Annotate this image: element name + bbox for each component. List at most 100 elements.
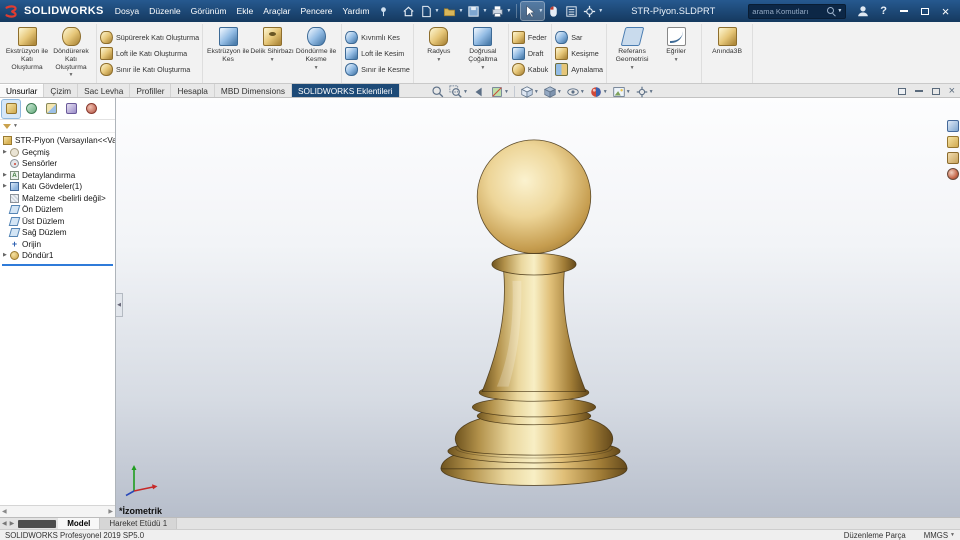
tree-item-material[interactable]: Malzeme <belirli değil> bbox=[0, 193, 115, 205]
units-selector[interactable]: MMGS ▼ bbox=[924, 531, 955, 540]
displaymanager-tab[interactable] bbox=[82, 100, 100, 118]
tree-item-history[interactable]: ▶Geçmiş bbox=[0, 147, 115, 159]
wrap-button[interactable]: Sar bbox=[555, 29, 603, 45]
chevron-down-icon[interactable]: ▼ bbox=[436, 57, 441, 63]
tab-motion-study[interactable]: Hareket Etüdü 1 bbox=[100, 518, 177, 529]
select-tool-button[interactable]: ▼ bbox=[521, 2, 544, 20]
new-document-button[interactable]: ▼ bbox=[418, 2, 441, 20]
tree-filter-row[interactable]: ▼ bbox=[0, 120, 115, 133]
fillet-button[interactable]: Radyus ▼ bbox=[417, 25, 461, 63]
expand-arrow-icon[interactable]: ▶ bbox=[3, 253, 10, 258]
close-button[interactable]: × bbox=[935, 2, 956, 20]
tab-profiller[interactable]: Profiller bbox=[130, 84, 171, 97]
lofted-cut-button[interactable]: Loft ile Kesim bbox=[345, 45, 410, 61]
boundary-boss-button[interactable]: Sınır ile Katı Oluşturma bbox=[100, 61, 199, 77]
minimize-button[interactable] bbox=[893, 2, 914, 20]
lofted-boss-button[interactable]: Loft ile Katı Oluşturma bbox=[100, 45, 199, 61]
shell-button[interactable]: Kabuk bbox=[512, 61, 548, 77]
view-settings-button[interactable]: ▼ bbox=[634, 85, 655, 99]
chevron-down-icon[interactable]: ▼ bbox=[603, 89, 608, 95]
panel-splitter-handle[interactable]: ◀ bbox=[116, 293, 123, 317]
display-style-button[interactable]: ▼ bbox=[542, 85, 563, 99]
instant3d-button[interactable]: Anında3B bbox=[705, 25, 749, 56]
draft-button[interactable]: Draft bbox=[512, 45, 548, 61]
zoom-to-area-button[interactable]: ▼ bbox=[448, 85, 469, 99]
chevron-down-icon[interactable]: ▼ bbox=[504, 89, 509, 95]
tab-cizim[interactable]: Çizim bbox=[44, 84, 78, 97]
extruded-cut-button[interactable]: Ekstrüzyon ile Kes bbox=[206, 25, 250, 64]
swept-boss-button[interactable]: Süpürerek Katı Oluşturma bbox=[100, 29, 199, 45]
save-button[interactable]: ▼ bbox=[465, 2, 488, 20]
menu-gorunum[interactable]: Görünüm bbox=[186, 0, 232, 22]
chevron-down-icon[interactable]: ▼ bbox=[314, 65, 319, 71]
options-button[interactable]: ▼ bbox=[581, 2, 604, 20]
tab-hesapla[interactable]: Hesapla bbox=[171, 84, 214, 97]
mouse-gestures-button[interactable] bbox=[545, 2, 562, 20]
tree-item-front-plane[interactable]: Ön Düzlem bbox=[0, 204, 115, 216]
home-button[interactable] bbox=[400, 2, 417, 20]
help-button[interactable]: ? bbox=[874, 5, 893, 17]
zoom-to-fit-button[interactable] bbox=[430, 85, 446, 99]
doc-full-screen-button[interactable] bbox=[898, 85, 906, 97]
scroll-right-icon[interactable]: ▶ bbox=[108, 508, 113, 515]
dimxpertmanager-tab[interactable] bbox=[62, 100, 80, 118]
chevron-down-icon[interactable]: ▼ bbox=[506, 8, 511, 14]
tree-item-annotations[interactable]: ▶Detaylandırma bbox=[0, 170, 115, 182]
propertymanager-tab[interactable] bbox=[22, 100, 40, 118]
tree-item-top-plane[interactable]: Üst Düzlem bbox=[0, 216, 115, 228]
tree-item-right-plane[interactable]: Sağ Düzlem bbox=[0, 227, 115, 239]
chevron-down-icon[interactable]: ▼ bbox=[13, 123, 18, 129]
menu-yardim[interactable]: Yardım bbox=[337, 0, 374, 22]
chevron-down-icon[interactable]: ▼ bbox=[538, 8, 543, 14]
tree-horizontal-scrollbar[interactable]: ◀ ▶ bbox=[0, 505, 115, 517]
chevron-down-icon[interactable]: ▼ bbox=[649, 89, 654, 95]
chevron-down-icon[interactable]: ▼ bbox=[482, 8, 487, 14]
options-list-button[interactable] bbox=[563, 2, 580, 20]
chevron-down-icon[interactable]: ▼ bbox=[580, 89, 585, 95]
chevron-down-icon[interactable]: ▼ bbox=[950, 532, 955, 538]
menu-duzenle[interactable]: Düzenle bbox=[144, 0, 186, 22]
scroll-right-icon[interactable]: ▶ bbox=[10, 520, 15, 527]
login-button[interactable] bbox=[852, 4, 874, 18]
design-library-icon[interactable] bbox=[947, 136, 959, 148]
doc-minimize-button[interactable] bbox=[915, 85, 923, 97]
tab-scroll-buttons[interactable]: ◀▶ bbox=[0, 518, 16, 529]
expand-arrow-icon[interactable]: ▶ bbox=[3, 184, 10, 189]
open-document-button[interactable]: ▼ bbox=[441, 2, 464, 20]
view-orientation-button[interactable]: ▼ bbox=[519, 85, 540, 99]
tree-item-origin[interactable]: Orijin bbox=[0, 239, 115, 251]
configurationmanager-tab[interactable] bbox=[42, 100, 60, 118]
tree-item-solid-bodies[interactable]: ▶Katı Gövdeler(1) bbox=[0, 181, 115, 193]
appearances-icon[interactable] bbox=[947, 168, 959, 180]
tab-model[interactable]: Model bbox=[58, 518, 100, 529]
chevron-down-icon[interactable]: ▼ bbox=[69, 72, 74, 78]
chevron-down-icon[interactable]: ▼ bbox=[435, 8, 440, 14]
chevron-down-icon[interactable]: ▼ bbox=[626, 89, 631, 95]
featuremanager-tab[interactable] bbox=[2, 100, 20, 118]
tab-solidworks-eklentileri[interactable]: SOLIDWORKS Eklentileri bbox=[292, 84, 400, 97]
apply-scene-button[interactable]: ▼ bbox=[611, 85, 632, 99]
menu-dosya[interactable]: Dosya bbox=[110, 0, 144, 22]
swept-cut-button[interactable]: Kıvrımlı Kes bbox=[345, 29, 410, 45]
boundary-cut-button[interactable]: Sınır ile Kesme bbox=[345, 61, 410, 77]
chevron-down-icon[interactable]: ▼ bbox=[480, 65, 485, 71]
doc-restore-button[interactable] bbox=[932, 85, 940, 97]
chevron-down-icon[interactable]: ▼ bbox=[534, 89, 539, 95]
tab-scrollbar-thumb[interactable] bbox=[18, 520, 56, 528]
edit-appearance-button[interactable]: ▼ bbox=[588, 85, 609, 99]
tab-mbd-dimensions[interactable]: MBD Dimensions bbox=[215, 84, 292, 97]
tab-unsurlar[interactable]: Unsurlar bbox=[0, 84, 44, 97]
tab-sac-levha[interactable]: Sac Levha bbox=[78, 84, 130, 97]
task-pane-home-icon[interactable] bbox=[947, 120, 959, 132]
previous-view-button[interactable] bbox=[471, 85, 487, 99]
tree-item-sensors[interactable]: Sensörler bbox=[0, 158, 115, 170]
menu-ekle[interactable]: Ekle bbox=[232, 0, 259, 22]
rib-button[interactable]: Feder bbox=[512, 29, 548, 45]
graphics-viewport[interactable]: ◀ bbox=[116, 98, 960, 517]
file-explorer-icon[interactable] bbox=[947, 152, 959, 164]
hide-show-items-button[interactable]: ▼ bbox=[565, 85, 586, 99]
tree-item-part-root[interactable]: STR-Piyon (Varsayılan<<Varsayılan>_ bbox=[0, 135, 115, 147]
chess-pawn-model[interactable] bbox=[434, 134, 634, 506]
chevron-down-icon[interactable]: ▼ bbox=[674, 57, 679, 63]
linear-pattern-button[interactable]: Doğrusal Çoğaltma ▼ bbox=[461, 25, 505, 71]
